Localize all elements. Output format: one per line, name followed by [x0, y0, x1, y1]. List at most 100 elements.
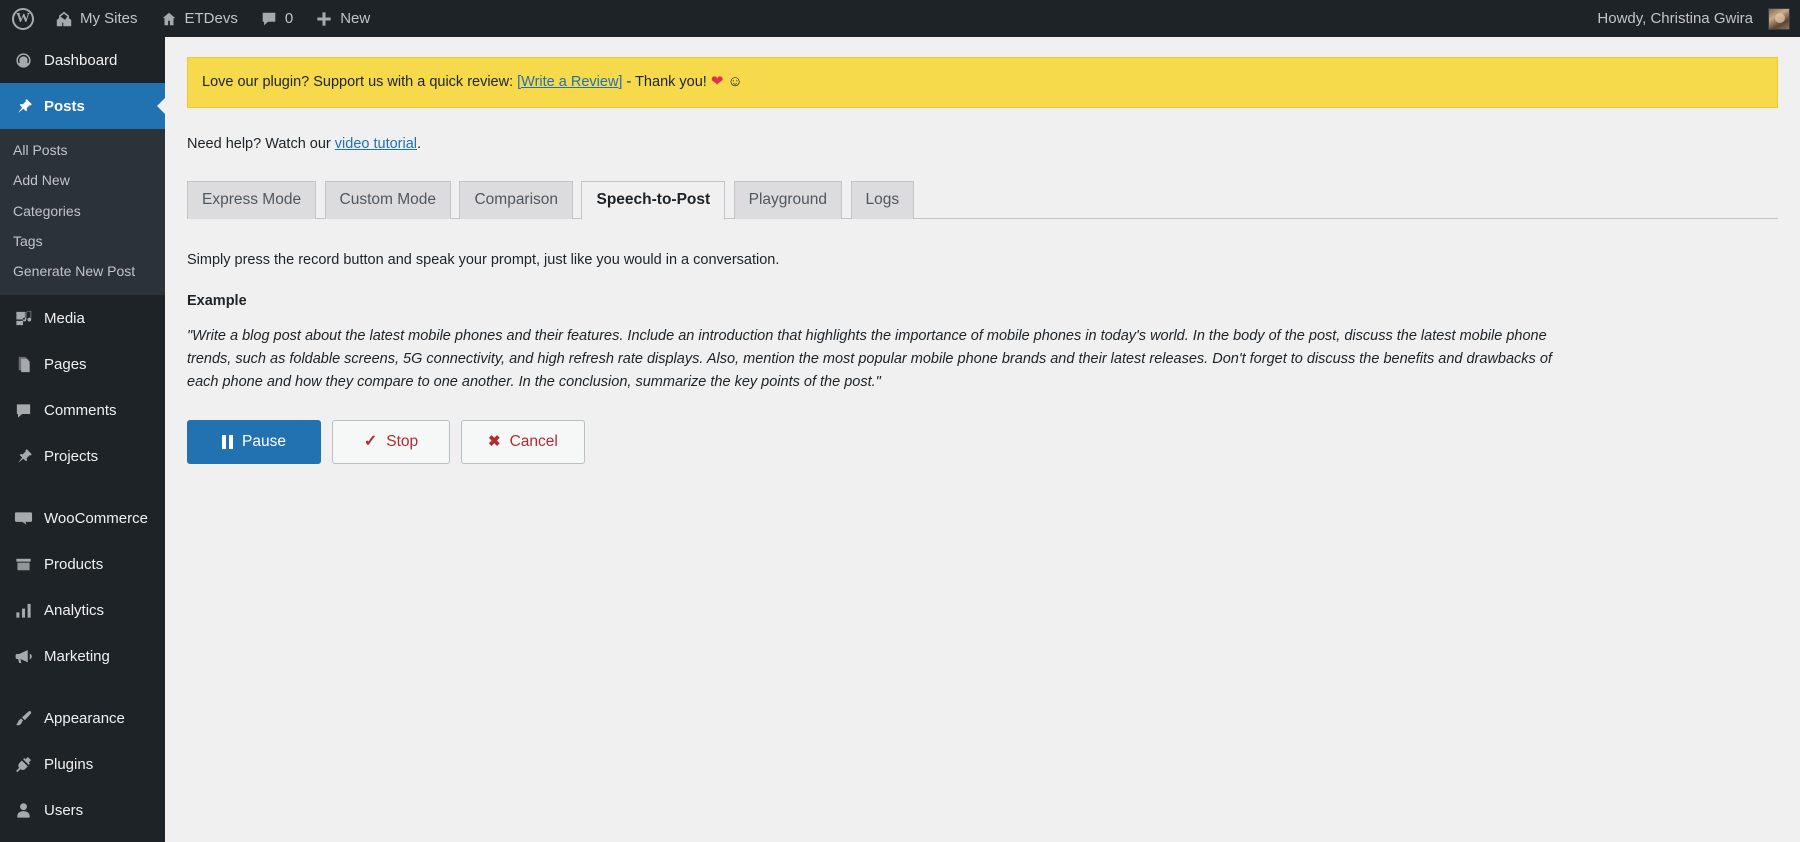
- help-text-after: .: [417, 135, 422, 152]
- megaphone-icon: [13, 646, 33, 666]
- sidebar-subitem-all-posts[interactable]: All Posts: [0, 135, 165, 165]
- stop-button-label: Stop: [386, 432, 419, 450]
- sidebar-item-users[interactable]: Users: [0, 787, 165, 833]
- notice-text-after: - Thank you!: [622, 74, 711, 90]
- admin-bar-item-comments[interactable]: 0: [249, 0, 304, 37]
- products-box-icon: [13, 554, 33, 574]
- user-icon: [13, 800, 33, 820]
- sidebar-item-tools[interactable]: Tools: [0, 833, 165, 842]
- admin-bar-item-new[interactable]: New: [304, 0, 381, 37]
- tab-playground[interactable]: Playground: [733, 180, 843, 220]
- media-icon: [13, 308, 33, 328]
- video-tutorial-link[interactable]: video tutorial: [335, 136, 417, 152]
- sidebar-item-projects[interactable]: Projects: [0, 433, 165, 479]
- multisite-icon: [55, 10, 73, 28]
- sidebar-item-comments[interactable]: Comments: [0, 387, 165, 433]
- dashboard-icon: [13, 50, 33, 70]
- greeting-text: Howdy, Christina Gwira: [1597, 10, 1753, 27]
- tab-custom-mode[interactable]: Custom Mode: [324, 180, 452, 220]
- sidebar-subitem-add-new[interactable]: Add New: [0, 165, 165, 195]
- page-wrap: Love our plugin? Support us with a quick…: [165, 37, 1800, 464]
- admin-bar-label: My Sites: [80, 10, 138, 27]
- sidebar-item-appearance[interactable]: Appearance: [0, 695, 165, 741]
- sidebar-item-dashboard[interactable]: Dashboard: [0, 37, 165, 83]
- checkmark-icon: ✓: [363, 432, 378, 450]
- sidebar-item-woocommerce[interactable]: WooCommerce: [0, 495, 165, 541]
- sidebar-subitem-categories[interactable]: Categories: [0, 196, 165, 226]
- avatar: [1768, 7, 1790, 30]
- tab-speech-to-post[interactable]: Speech-to-Post: [581, 180, 726, 221]
- admin-bar-label: New: [340, 10, 371, 27]
- tab-express-mode[interactable]: Express Mode: [187, 180, 317, 220]
- sidebar-item-media[interactable]: Media: [0, 295, 165, 341]
- sidebar-item-label: Appearance: [44, 709, 125, 727]
- cancel-button-label: Cancel: [509, 432, 558, 450]
- sidebar-item-plugins[interactable]: Plugins: [0, 741, 165, 787]
- sidebar-item-label: Projects: [44, 447, 99, 465]
- sidebar-subitem-tags[interactable]: Tags: [0, 226, 165, 256]
- mode-tab-bar: Express Mode Custom Mode Comparison Spee…: [187, 180, 1778, 221]
- sidebar-item-marketing[interactable]: Marketing: [0, 633, 165, 679]
- sidebar-item-pages[interactable]: Pages: [0, 341, 165, 387]
- sidebar-item-label: Users: [44, 801, 84, 819]
- sidebar-subitem-generate-new-post[interactable]: Generate New Post: [0, 256, 165, 286]
- admin-bar-spacer: [381, 0, 1586, 37]
- admin-bar: W My Sites ETDevs 0 New Howdy, Christina…: [0, 0, 1800, 37]
- pin-icon: [13, 446, 33, 466]
- sidebar-item-label: Dashboard: [44, 51, 118, 69]
- panel-intro-text: Simply press the record button and speak…: [187, 251, 780, 268]
- notice-text-before: Love our plugin? Support us with a quick…: [202, 74, 518, 90]
- sidebar-submenu-posts: All Posts Add New Categories Tags Genera…: [0, 129, 165, 296]
- sidebar-item-label: Plugins: [44, 755, 94, 773]
- x-mark-icon: ✖: [488, 433, 501, 450]
- sidebar-item-label: Analytics: [44, 601, 105, 619]
- woocommerce-icon: [13, 508, 33, 528]
- admin-bar-item-my-sites[interactable]: My Sites: [44, 0, 149, 37]
- main-content-area: Love our plugin? Support us with a quick…: [165, 37, 1800, 842]
- plug-icon: [13, 754, 33, 774]
- sidebar-item-posts[interactable]: Posts: [0, 83, 165, 129]
- admin-bar-item-site-name[interactable]: ETDevs: [149, 0, 249, 37]
- sidebar-item-products[interactable]: Products: [0, 541, 165, 587]
- comment-bubble-icon: [260, 10, 278, 28]
- pause-button[interactable]: Pause: [187, 419, 321, 464]
- home-icon: [160, 10, 178, 28]
- help-line: Need help? Watch our video tutorial.: [187, 136, 1778, 152]
- pin-icon: [13, 96, 33, 116]
- sidebar-item-analytics[interactable]: Analytics: [0, 587, 165, 633]
- stop-button[interactable]: ✓ Stop: [332, 419, 450, 464]
- wordpress-logo-icon: W: [12, 7, 34, 30]
- write-a-review-link[interactable]: [Write a Review]: [517, 74, 622, 90]
- tab-comparison[interactable]: Comparison: [459, 180, 574, 220]
- tab-logs[interactable]: Logs: [850, 180, 915, 220]
- admin-sidebar-menu: Dashboard Posts All Posts Add New Catego…: [0, 37, 165, 842]
- smile-emoji-icon: ☺: [727, 73, 743, 90]
- cancel-button[interactable]: ✖ Cancel: [461, 419, 585, 464]
- heart-emoji-icon: ❤: [710, 73, 724, 90]
- sidebar-item-label: Products: [44, 555, 104, 573]
- sidebar-item-label: WooCommerce: [44, 509, 148, 527]
- pause-button-label: Pause: [242, 432, 286, 450]
- sidebar-item-label: Pages: [44, 355, 87, 373]
- help-text-before: Need help? Watch our: [187, 135, 335, 152]
- example-heading: Example: [187, 292, 247, 309]
- example-prompt-text: "Write a blog post about the latest mobi…: [187, 327, 1552, 391]
- sidebar-item-label: Posts: [44, 97, 85, 115]
- recording-controls: Pause ✓ Stop ✖ Cancel: [187, 419, 1778, 464]
- pause-icon: [222, 434, 234, 449]
- admin-bar-account-menu[interactable]: Howdy, Christina Gwira: [1586, 0, 1800, 37]
- pages-icon: [13, 354, 33, 374]
- sidebar-item-label: Media: [44, 309, 85, 327]
- admin-bar-label: ETDevs: [184, 10, 238, 27]
- wordpress-logo-button[interactable]: W: [0, 0, 44, 37]
- comments-count: 0: [284, 10, 294, 27]
- sidebar-separator: [0, 479, 165, 495]
- paintbrush-icon: [13, 708, 33, 728]
- sidebar-item-label: Marketing: [44, 647, 110, 665]
- review-notice: Love our plugin? Support us with a quick…: [187, 57, 1778, 108]
- comment-bubble-icon: [13, 400, 33, 420]
- plus-icon: [315, 10, 333, 28]
- bar-chart-icon: [13, 600, 33, 620]
- sidebar-separator: [0, 679, 165, 695]
- sidebar-item-label: Comments: [44, 401, 117, 419]
